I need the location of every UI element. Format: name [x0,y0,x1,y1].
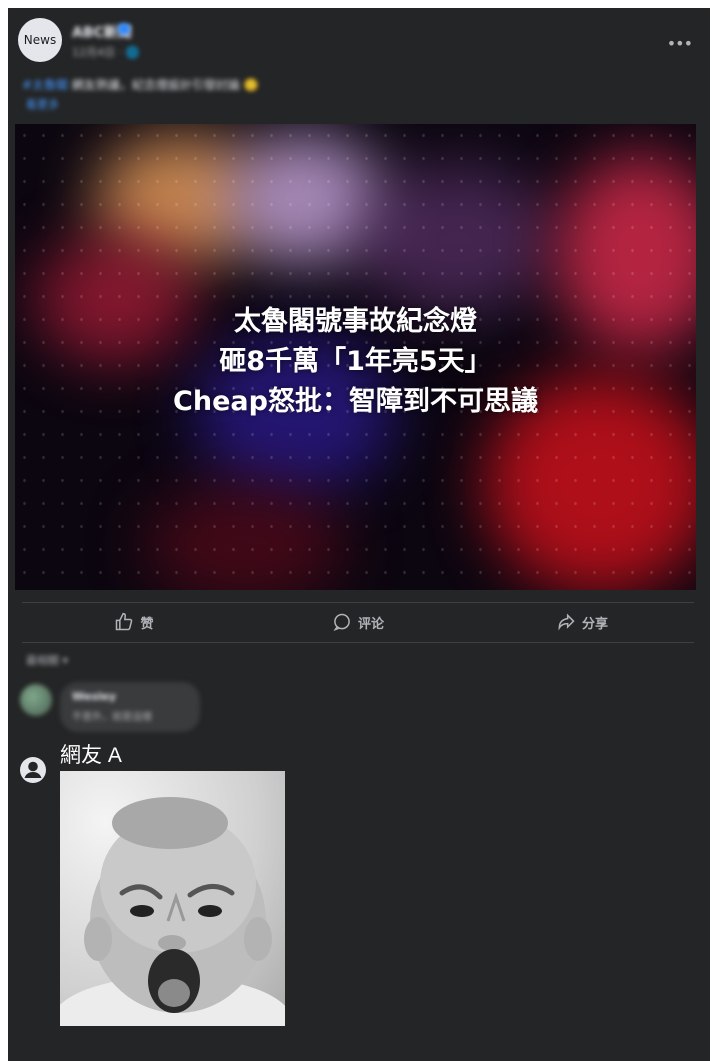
commenter-name[interactable]: Wesley [72,690,116,703]
user-avatar-icon [20,757,46,783]
divider [22,602,694,603]
share-label: 分享 [581,616,608,632]
more-icon[interactable]: ••• [667,34,693,53]
caption-text: 網友熱議，紀念燈設計引發討論 🙂 [68,78,259,92]
facebook-post: News ABC新聞 12月4日 · 🌐 ••• #太魯閣 網友熱議，紀念燈設計… [8,8,710,1061]
image-headline: 太魯閣號事故紀念燈 砸8千萬「1年亮5天」 Cheap怒批：智障到不可思議 [15,302,696,422]
post-caption: #太魯閣 網友熱議，紀念燈設計引發討論 🙂 [22,76,259,93]
like-label: 赞 [140,616,154,632]
baby-illustration [60,797,285,1026]
post-image[interactable]: 太魯閣號事故紀念燈 砸8千萬「1年亮5天」 Cheap怒批：智障到不可思議 [15,124,696,590]
comment-button[interactable]: 评论 [246,606,470,638]
post-timestamp[interactable]: 12月4日 · 🌐 [72,44,139,60]
comment-text: 不意外，就是這樣 [72,712,152,723]
comment-sort-dropdown[interactable]: 最相關 ▾ [26,652,68,668]
headline-line-2: 砸8千萬「1年亮5天」 [219,346,492,377]
angry-baby-image[interactable] [60,771,285,1026]
commenter-avatar[interactable] [20,684,52,716]
verified-badge-icon [118,23,130,35]
caption-hashtag[interactable]: #太魯閣 [22,78,68,92]
thumbs-up-icon [116,612,133,631]
share-button[interactable]: 分享 [470,606,694,638]
caption-link[interactable]: 看更多 [26,96,59,112]
user-name[interactable]: 網友 A [60,739,122,769]
headline-line-3: Cheap怒批：智障到不可思議 [173,386,538,417]
share-icon [558,613,575,631]
page-avatar[interactable]: News [18,18,62,62]
divider [22,642,694,643]
comment-label: 评论 [357,616,384,632]
headline-line-1: 太魯閣號事故紀念燈 [234,306,477,337]
comment-icon [333,613,350,632]
action-bar: 赞 评论 分享 [22,606,694,638]
like-button[interactable]: 赞 [22,606,246,638]
